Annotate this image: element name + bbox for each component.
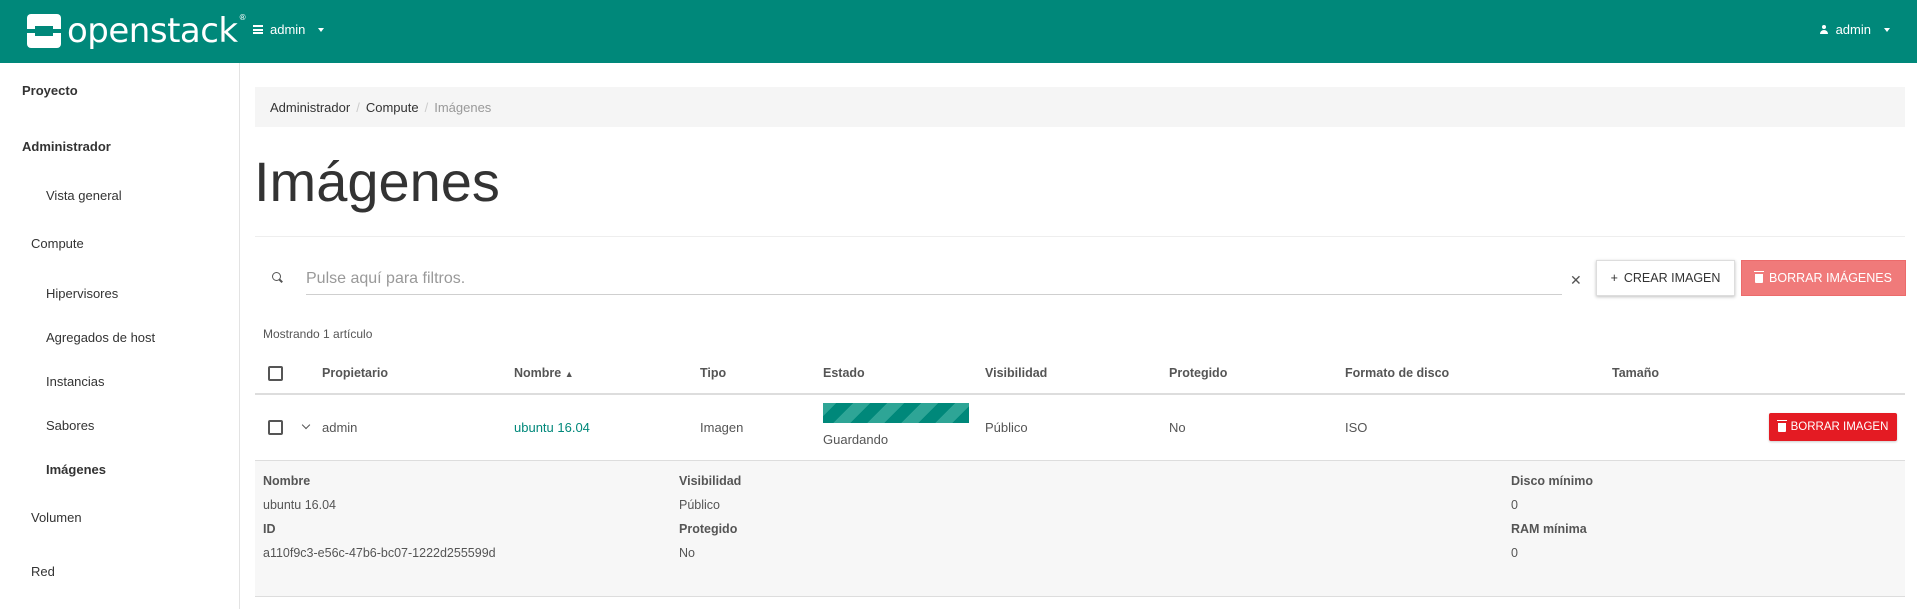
chevron-down-icon (1884, 27, 1890, 32)
status-progress-bar (823, 403, 969, 423)
detail-min-disk-value: 0 (1511, 498, 1518, 512)
delete-image-button[interactable]: BORRAR IMAGEN (1769, 413, 1897, 441)
sidebar: Proyecto Administrador Vista general Com… (0, 63, 240, 609)
close-icon[interactable]: ✕ (1570, 272, 1582, 289)
detail-id-label: ID (263, 522, 276, 536)
detail-visibility-value: Público (679, 498, 720, 512)
delete-image-label: BORRAR IMAGEN (1790, 421, 1889, 433)
sidebar-item-red[interactable]: Red (31, 564, 55, 579)
breadcrumb-separator: / (424, 99, 429, 115)
delete-images-button[interactable]: BORRAR IMÁGENES (1741, 260, 1906, 296)
column-header-nombre[interactable]: Nombre ▲ (514, 366, 574, 380)
sidebar-item-hipervisores[interactable]: Hipervisores (46, 286, 118, 301)
divider (255, 236, 1905, 237)
logo-text: openstack® (67, 11, 247, 51)
select-all-checkbox[interactable] (268, 366, 283, 381)
sidebar-item-compute[interactable]: Compute (31, 236, 84, 251)
cell-status: Guardando (823, 432, 889, 447)
user-name: admin (1835, 22, 1871, 37)
column-header-tipo[interactable]: Tipo (700, 366, 726, 380)
detail-name-value: ubuntu 16.04 (263, 498, 336, 512)
filter-input[interactable] (306, 263, 1562, 295)
sidebar-item-sabores[interactable]: Sabores (46, 418, 94, 433)
breadcrumb: Administrador / Compute / Imágenes (255, 87, 1905, 127)
breadcrumb-compute[interactable]: Compute (366, 100, 419, 115)
project-list-icon (253, 25, 263, 34)
sort-ascending-icon: ▲ (564, 369, 574, 379)
openstack-logo[interactable]: openstack® (27, 11, 247, 51)
trash-icon (1776, 419, 1787, 432)
detail-protected-label: Protegido (679, 522, 738, 536)
sidebar-item-agregados-de-host[interactable]: Agregados de host (46, 330, 155, 345)
project-name: admin (270, 22, 306, 37)
page-title: Imágenes (254, 150, 500, 213)
detail-min-ram-value: 0 (1511, 546, 1518, 560)
detail-min-ram-label: RAM mínima (1511, 522, 1587, 536)
row-select-checkbox[interactable] (268, 420, 283, 435)
sidebar-item-instancias[interactable]: Instancias (46, 374, 105, 389)
search-icon (272, 272, 281, 281)
sidebar-item-administrador[interactable]: Administrador (22, 139, 111, 154)
user-icon (1819, 24, 1829, 35)
cell-owner: admin (322, 420, 358, 435)
project-selector[interactable]: admin (253, 22, 325, 37)
cell-disk-format: ISO (1345, 420, 1368, 435)
detail-min-disk-label: Disco mínimo (1511, 474, 1593, 488)
top-navbar: openstack® admin admin (0, 0, 1917, 63)
image-name-link[interactable]: ubuntu 16.04 (514, 420, 590, 435)
sidebar-item-proyecto[interactable]: Proyecto (22, 83, 78, 98)
delete-images-label: BORRAR IMÁGENES (1769, 271, 1892, 285)
create-image-label: CREAR IMAGEN (1623, 271, 1721, 285)
trash-icon (1754, 270, 1765, 283)
plus-icon: + (1610, 271, 1618, 285)
chevron-down-icon (318, 27, 325, 32)
column-header-tamano[interactable]: Tamaño (1612, 366, 1659, 380)
cell-protected: No (1169, 420, 1186, 435)
item-count: Mostrando 1 artículo (263, 327, 373, 341)
chevron-down-icon[interactable] (301, 420, 311, 430)
breadcrumb-administrador[interactable]: Administrador (270, 100, 350, 115)
openstack-logo-icon (27, 14, 61, 48)
row-detail-panel: Nombre ubuntu 16.04 ID a110f9c3-e56c-47b… (255, 461, 1905, 597)
column-header-protegido[interactable]: Protegido (1169, 366, 1227, 380)
sidebar-item-vista-general[interactable]: Vista general (46, 188, 122, 203)
detail-visibility-label: Visibilidad (679, 474, 742, 488)
column-header-visibilidad[interactable]: Visibilidad (985, 366, 1047, 380)
breadcrumb-current: Imágenes (434, 99, 492, 115)
detail-name-label: Nombre (263, 474, 311, 488)
cell-visibility: Público (985, 420, 1028, 435)
detail-protected-value: No (679, 546, 695, 560)
user-menu[interactable]: admin (1819, 22, 1890, 37)
cell-type: Imagen (700, 420, 744, 435)
column-header-estado[interactable]: Estado (823, 366, 865, 380)
create-image-button[interactable]: + CREAR IMAGEN (1596, 260, 1735, 296)
column-header-formato-de-disco[interactable]: Formato de disco (1345, 366, 1449, 380)
breadcrumb-separator: / (356, 99, 360, 115)
sidebar-item-volumen[interactable]: Volumen (31, 510, 82, 525)
sidebar-item-imagenes[interactable]: Imágenes (46, 462, 106, 477)
column-header-propietario[interactable]: Propietario (322, 366, 388, 380)
detail-id-value: a110f9c3-e56c-47b6-bc07-1222d255599d (263, 546, 496, 560)
table-header-divider (255, 393, 1905, 395)
